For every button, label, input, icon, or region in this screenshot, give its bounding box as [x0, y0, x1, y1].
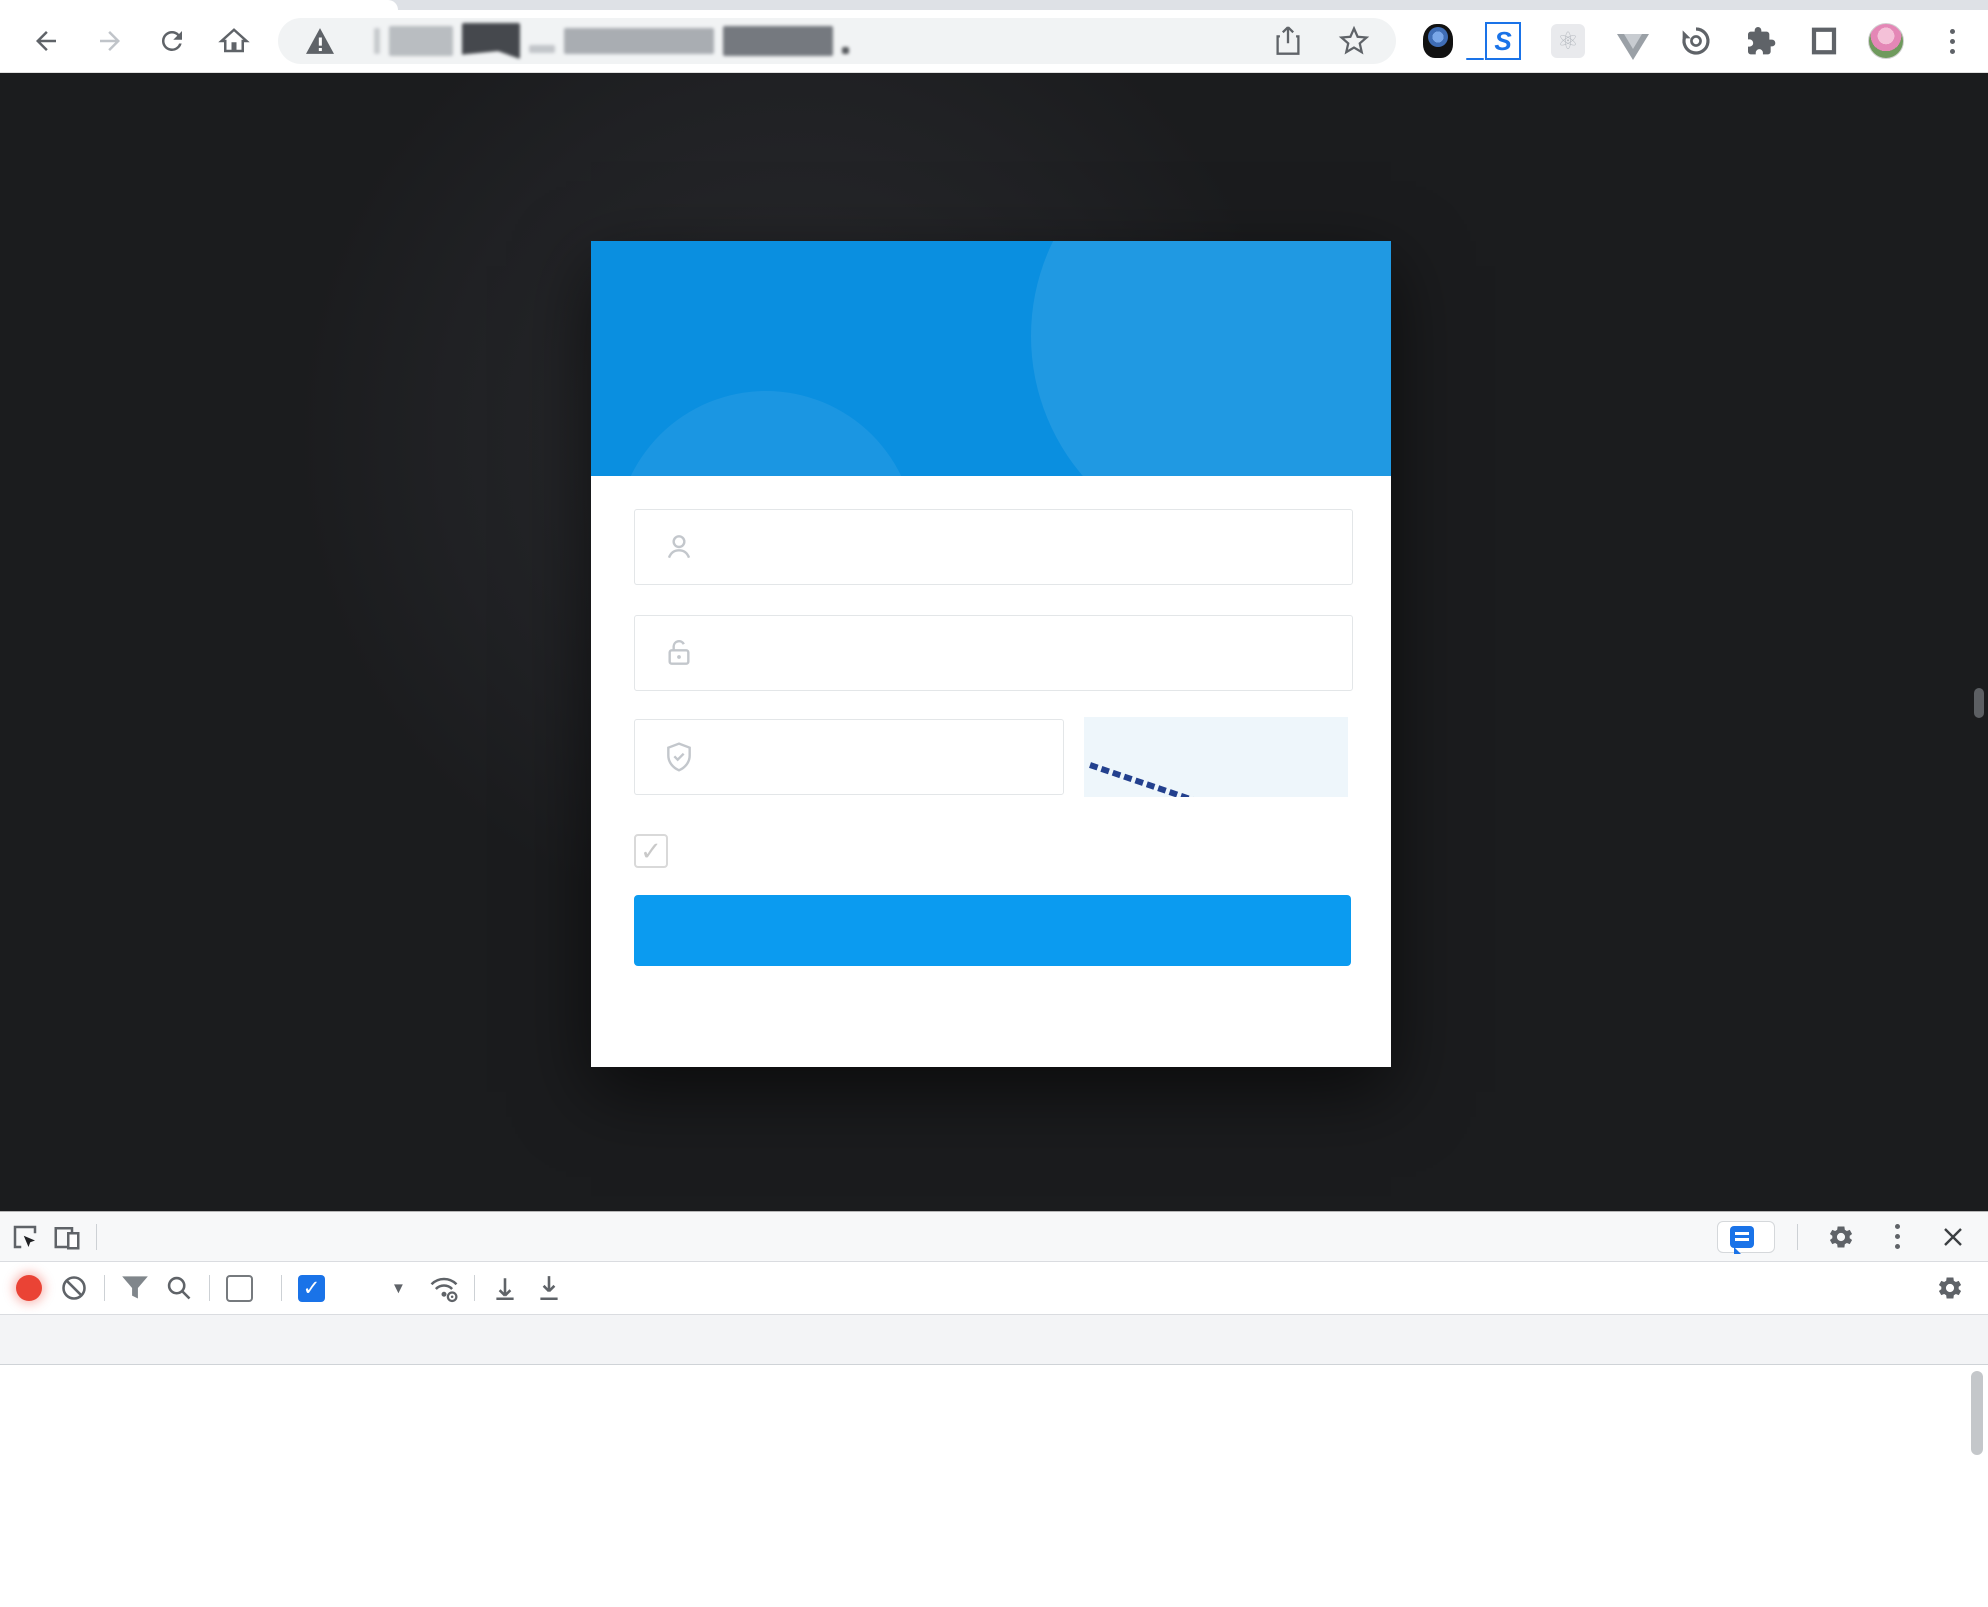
- account-input[interactable]: [635, 510, 1352, 584]
- browser-window: S ⚛: [0, 0, 1988, 1606]
- profile-button[interactable]: [1868, 23, 1904, 59]
- back-icon: [31, 26, 61, 56]
- redacted-url: [374, 23, 849, 59]
- divider: [209, 1275, 210, 1301]
- page-scrollbar-thumb[interactable]: [1974, 688, 1984, 718]
- reload-button[interactable]: [152, 21, 192, 61]
- filter-button[interactable]: [113, 1266, 157, 1310]
- device-toolbar-button[interactable]: [46, 1213, 88, 1261]
- network-table-header: [0, 1315, 1988, 1365]
- back-button[interactable]: [26, 21, 66, 61]
- ai-head-icon: [1423, 24, 1453, 58]
- captcha-input[interactable]: [635, 720, 1063, 794]
- forward-button[interactable]: [90, 21, 130, 61]
- import-arrow-icon: [492, 1274, 518, 1302]
- clear-network-log-button[interactable]: [52, 1266, 96, 1310]
- s-extension-button[interactable]: S: [1485, 23, 1521, 59]
- record-network-log-button[interactable]: [16, 1275, 42, 1301]
- menu-dots-icon: [1895, 1224, 1900, 1249]
- password-field-wrap: [634, 615, 1353, 691]
- issues-badge[interactable]: [1717, 1221, 1775, 1253]
- login-card-header: [591, 241, 1391, 476]
- close-icon: [1941, 1225, 1965, 1249]
- disable-cache-checkbox[interactable]: ✓: [298, 1275, 325, 1302]
- login-card: ✓: [591, 241, 1391, 1067]
- login-button[interactable]: [634, 895, 1351, 966]
- devtools-tabbar: [0, 1212, 1988, 1262]
- history-sync-icon: [1680, 25, 1712, 57]
- decor-circle: [616, 391, 916, 476]
- divider: [474, 1275, 475, 1301]
- captcha-image[interactable]: [1084, 717, 1348, 797]
- browser-menu-button[interactable]: [1934, 23, 1970, 59]
- network-settings-button[interactable]: [1928, 1266, 1972, 1310]
- react-devtools-button[interactable]: ⚛: [1550, 23, 1586, 59]
- home-icon: [219, 26, 249, 56]
- reload-icon: [157, 26, 187, 56]
- home-button[interactable]: [214, 21, 254, 61]
- throttling-caret-icon[interactable]: ▼: [391, 1280, 406, 1297]
- divider: [104, 1275, 105, 1301]
- side-panel-icon: [1809, 26, 1839, 56]
- browser-toolbar: S ⚛: [0, 10, 1988, 73]
- network-conditions-button[interactable]: [422, 1266, 466, 1310]
- devtools-menu-button[interactable]: [1876, 1213, 1918, 1261]
- s-extension-icon: S: [1485, 22, 1521, 60]
- browser-tab-strip: [0, 0, 1988, 10]
- share-button[interactable]: [1270, 23, 1306, 59]
- devtools-settings-button[interactable]: [1820, 1213, 1862, 1261]
- divider: [281, 1275, 282, 1301]
- divider: [96, 1224, 97, 1250]
- search-icon: [165, 1274, 193, 1302]
- address-bar[interactable]: [278, 18, 1396, 64]
- react-atom-icon: ⚛: [1551, 24, 1585, 58]
- not-secure-warning-icon: [306, 28, 334, 54]
- gear-icon: [1936, 1274, 1964, 1302]
- extensions-button[interactable]: [1742, 23, 1778, 59]
- page-viewport: ✓: [0, 73, 1988, 1211]
- network-table: [0, 1315, 1988, 1607]
- profile-avatar: [1868, 23, 1904, 59]
- network-table-rows: [0, 1365, 1988, 1607]
- export-arrow-icon: [536, 1274, 562, 1302]
- side-panel-button[interactable]: [1806, 23, 1842, 59]
- filter-funnel-icon: [121, 1275, 149, 1301]
- network-conditions-icon: [428, 1273, 460, 1303]
- keep-session-row: ✓: [634, 831, 686, 871]
- captcha-squiggle: [1084, 717, 1348, 797]
- ai-extension-button[interactable]: [1420, 23, 1456, 59]
- active-browser-tab[interactable]: [0, 0, 398, 10]
- bookmark-button[interactable]: [1336, 23, 1372, 59]
- device-toolbar-icon: [52, 1222, 82, 1252]
- clear-icon: [60, 1274, 88, 1302]
- devtools-panel: ✓ ▼: [0, 1211, 1988, 1607]
- inspect-element-button[interactable]: [4, 1213, 46, 1261]
- divider: [1797, 1224, 1798, 1250]
- captcha-field-wrap: [634, 719, 1064, 795]
- inspect-cursor-icon: [10, 1222, 40, 1252]
- vue-devtools-button[interactable]: [1615, 23, 1651, 65]
- issues-bubble-icon: [1730, 1226, 1754, 1248]
- gear-icon: [1827, 1223, 1855, 1251]
- network-scrollbar-thumb[interactable]: [1971, 1371, 1983, 1455]
- share-icon: [1274, 26, 1302, 56]
- extension-new-badge: [1466, 58, 1484, 60]
- history-sync-button[interactable]: [1678, 23, 1714, 59]
- export-har-button[interactable]: [527, 1266, 571, 1310]
- devtools-close-button[interactable]: [1932, 1213, 1974, 1261]
- import-har-button[interactable]: [483, 1266, 527, 1310]
- menu-dots-icon: [1950, 29, 1955, 54]
- preserve-log-checkbox[interactable]: [226, 1275, 253, 1302]
- search-network-button[interactable]: [157, 1266, 201, 1310]
- devtools-tabbar-right: [1717, 1213, 1988, 1261]
- extensions-puzzle-icon: [1744, 25, 1776, 57]
- keep-session-checkbox[interactable]: ✓: [634, 834, 668, 868]
- password-input[interactable]: [635, 616, 1352, 690]
- account-field-wrap: [634, 509, 1353, 585]
- vue-icon: [1617, 34, 1649, 60]
- forward-icon: [95, 26, 125, 56]
- app-title: [591, 329, 1391, 391]
- bookmark-star-icon: [1339, 26, 1369, 56]
- network-toolbar: ✓ ▼: [0, 1262, 1988, 1315]
